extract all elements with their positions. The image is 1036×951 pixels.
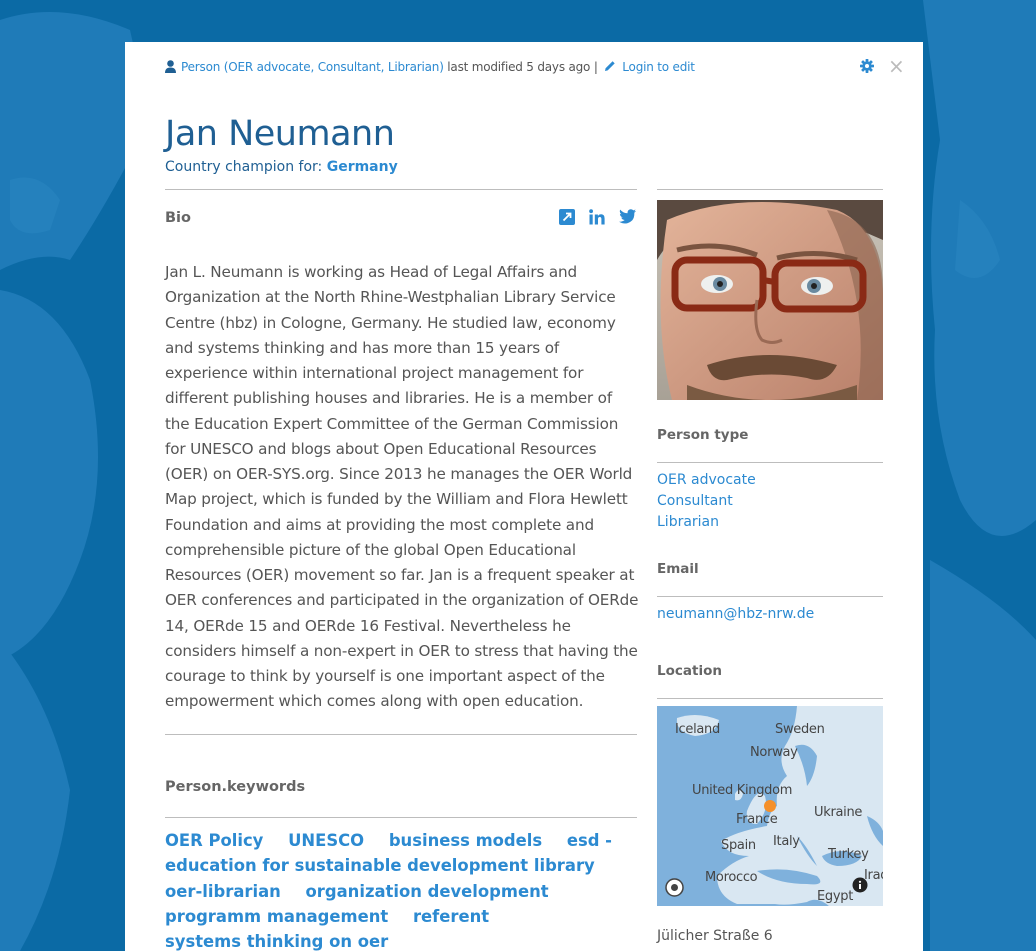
keyword-tag[interactable]: programm management xyxy=(165,907,388,926)
email-link[interactable]: neumann@hbz-nrw.de xyxy=(657,604,814,625)
keyword-tag[interactable]: referent xyxy=(413,907,489,926)
map-logo-icon xyxy=(665,878,684,897)
keyword-tag[interactable]: systems thinking on oer xyxy=(165,932,388,951)
map-label: Spain xyxy=(721,838,756,853)
person-type-link[interactable]: OER advocate xyxy=(657,470,756,491)
login-to-edit-link[interactable]: Login to edit xyxy=(622,60,695,74)
last-modified-text: last modified 5 days ago | xyxy=(443,60,602,74)
bio-heading: Bio xyxy=(165,210,191,226)
divider xyxy=(657,698,883,699)
champion-label: Country champion for: xyxy=(165,159,327,175)
map-label: Norway xyxy=(750,745,798,760)
map-label: Iceland xyxy=(675,722,720,737)
keywords-list: OER Policy UNESCO business models esd - … xyxy=(165,828,640,951)
type-link-consultant[interactable]: Consultant xyxy=(318,60,381,74)
type-link-librarian[interactable]: Librarian xyxy=(388,60,440,74)
close-icon[interactable]: × xyxy=(888,54,905,78)
type-prefix: Person ( xyxy=(181,60,229,74)
map-label: Morocco xyxy=(705,870,758,885)
type-link-oer-advocate[interactable]: OER advocate xyxy=(228,60,310,74)
person-detail-modal: Person (OER advocate, Consultant, Librar… xyxy=(125,42,923,951)
country-champion-line: Country champion for: Germany xyxy=(165,159,398,175)
divider xyxy=(657,596,883,597)
divider xyxy=(657,462,883,463)
map-label: Sweden xyxy=(775,722,825,737)
record-meta-line: Person (OER advocate, Consultant, Librar… xyxy=(165,60,695,74)
map-label: France xyxy=(736,812,778,827)
keyword-tag[interactable]: UNESCO xyxy=(288,831,364,850)
keyword-tag[interactable]: organization development xyxy=(306,882,549,901)
type-sep-2: , xyxy=(380,60,388,74)
bio-text: Jan L. Neumann is working as Head of Leg… xyxy=(165,263,639,711)
divider xyxy=(165,734,637,735)
person-type-link[interactable]: Librarian xyxy=(657,512,756,533)
divider xyxy=(165,817,637,818)
portrait-image xyxy=(657,200,883,400)
location-heading: Location xyxy=(657,663,722,679)
info-icon[interactable] xyxy=(852,877,868,893)
champion-country-link[interactable]: Germany xyxy=(327,159,398,175)
person-photo xyxy=(657,200,883,400)
map-label: Ukraine xyxy=(814,805,863,820)
type-sep-1: , xyxy=(310,60,318,74)
person-type-list: OER advocate Consultant Librarian xyxy=(657,470,756,533)
keywords-heading: Person.keywords xyxy=(165,779,306,795)
map-label: Italy xyxy=(773,834,800,849)
twitter-icon[interactable] xyxy=(619,209,636,224)
map-label: Turkey xyxy=(828,847,869,862)
map-label: United Kingdom xyxy=(692,783,793,798)
divider xyxy=(657,189,883,190)
email-list: neumann@hbz-nrw.de xyxy=(657,604,814,625)
linkedin-icon[interactable] xyxy=(589,209,605,225)
person-type-heading: Person type xyxy=(657,427,749,443)
keyword-tag[interactable]: OER Policy xyxy=(165,831,263,850)
email-heading: Email xyxy=(657,561,699,577)
person-name: Jan Neumann xyxy=(165,114,395,154)
keyword-tag[interactable]: business models xyxy=(389,831,542,850)
person-icon xyxy=(165,60,176,73)
keyword-tag[interactable]: oer-librarian xyxy=(165,882,281,901)
location-map[interactable]: Iceland Sweden Norway United Kingdom Fra… xyxy=(657,706,883,906)
divider xyxy=(165,189,637,190)
map-label: Egypt xyxy=(817,889,854,904)
address-text: Jülicher Straße 6 xyxy=(657,928,773,944)
gear-icon[interactable] xyxy=(860,59,874,73)
pencil-icon xyxy=(605,61,615,71)
external-link-icon[interactable] xyxy=(559,209,575,225)
person-type-link[interactable]: Consultant xyxy=(657,491,756,512)
